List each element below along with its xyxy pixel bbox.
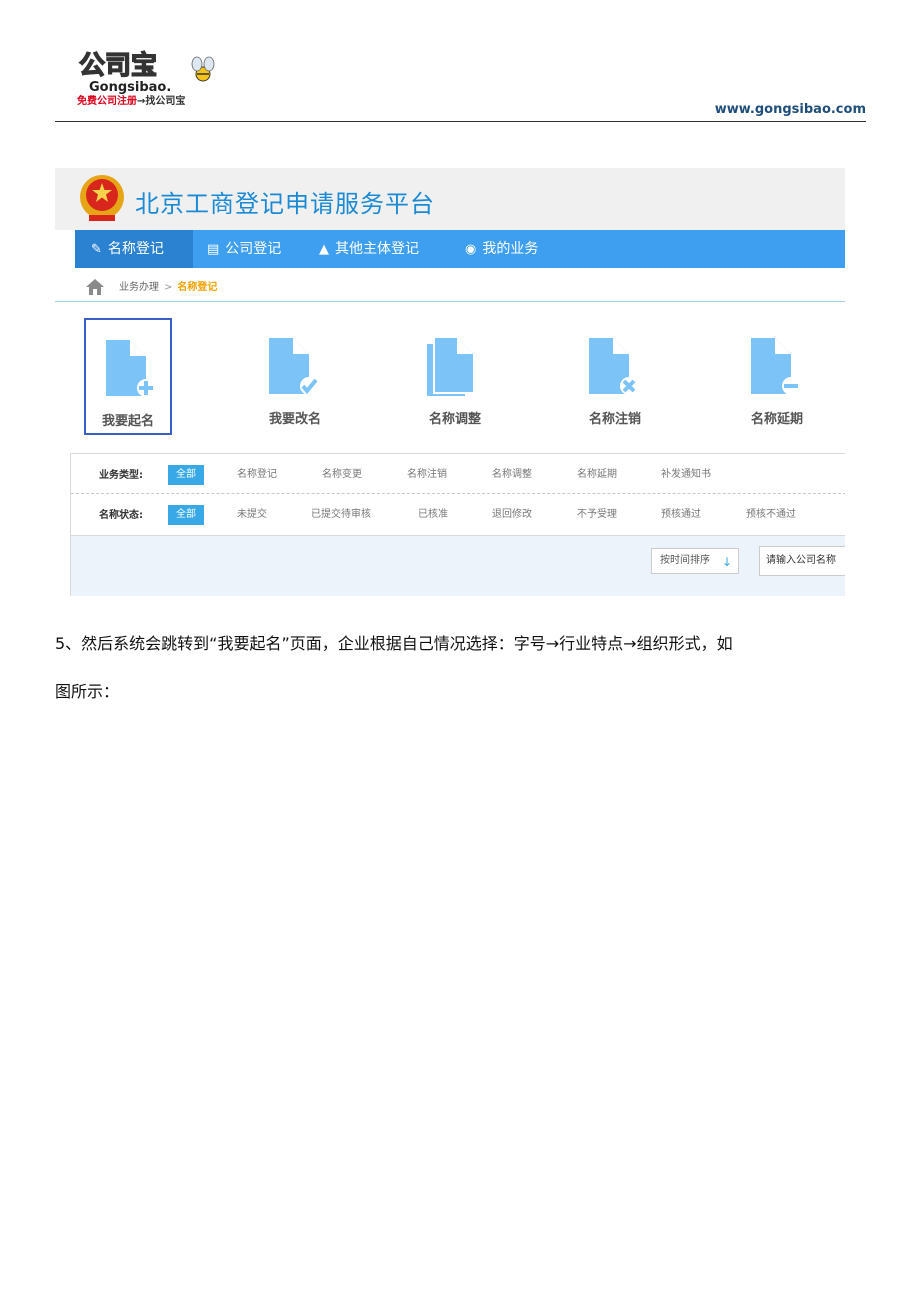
nav-label: 其他主体登记 <box>335 241 419 257</box>
breadcrumb-current: 名称登记 <box>177 282 218 293</box>
national-emblem-icon <box>80 175 124 221</box>
filter-option[interactable]: 已核准 <box>418 505 448 525</box>
building-icon: ▲ <box>319 242 329 257</box>
tagline-red: 免费公司注册 <box>77 96 137 107</box>
nav-company-registration[interactable]: ▤ 公司登记 <box>197 230 291 268</box>
file-check-icon <box>269 338 318 395</box>
document-icon: ▤ <box>207 242 220 257</box>
filter-row-name-status: 名称状态: 全部 未提交 已提交待审核 已核准 退回修改 不予受理 预核通过 预… <box>71 494 845 536</box>
file-plus-icon <box>106 340 155 397</box>
main-nav: ✎ 名称登记 ▤ 公司登记 ▲ 其他主体登记 ◉ 我的业务 <box>75 230 845 268</box>
filter-option[interactable]: 已提交待审核 <box>311 505 371 525</box>
nav-my-business[interactable]: ◉ 我的业务 <box>455 230 548 268</box>
filter-option[interactable]: 预核通过 <box>661 505 701 525</box>
action-change-name[interactable]: 我要改名 <box>245 318 345 435</box>
body-paragraph-line: 5、然后系统会跳转到“我要起名”页面，企业根据自己情况选择：字号→行业特点→组织… <box>55 634 733 653</box>
sort-by-time-button[interactable]: 按时间排序 ↓ <box>651 548 739 574</box>
sort-bar: 按时间排序 ↓ 请输入公司名称 <box>71 536 845 596</box>
filter-label: 业务类型: <box>99 470 143 481</box>
logo-tagline: 免费公司注册→找公司宝 <box>77 92 185 107</box>
edit-icon: ✎ <box>91 242 102 257</box>
filter-option[interactable]: 名称登记 <box>237 465 277 485</box>
home-icon[interactable] <box>85 278 105 296</box>
action-new-name[interactable]: 我要起名 <box>84 318 172 435</box>
nav-label: 名称登记 <box>107 241 164 257</box>
nav-other-registration[interactable]: ▲ 其他主体登记 <box>309 230 429 268</box>
user-circle-icon: ◉ <box>465 242 477 257</box>
filter-option[interactable]: 名称调整 <box>492 465 532 485</box>
action-label: 名称延期 <box>750 412 803 427</box>
sort-label: 按时间排序 <box>660 555 710 566</box>
site-url[interactable]: www.gongsibao.com <box>715 102 866 117</box>
nav-label: 公司登记 <box>225 241 282 257</box>
platform-banner: 北京工商登记申请服务平台 <box>55 168 845 230</box>
action-row: 我要起名 我要改名 名称调整 名称注销 名称延期 <box>55 318 845 438</box>
action-adjust-name[interactable]: 名称调整 <box>405 318 505 435</box>
filter-option[interactable]: 未提交 <box>237 505 267 525</box>
company-search-input[interactable]: 请输入公司名称 <box>759 546 845 576</box>
nav-name-registration[interactable]: ✎ 名称登记 <box>75 230 193 268</box>
tagline-rest: →找公司宝 <box>137 96 186 107</box>
filter-option[interactable]: 全部 <box>168 505 204 525</box>
body-paragraph-line: 图所示： <box>55 682 120 701</box>
breadcrumb-separator: > <box>164 282 173 293</box>
filter-option[interactable]: 名称变更 <box>322 465 362 485</box>
filter-row-business-type: 业务类型: 全部 名称登记 名称变更 名称注销 名称调整 名称延期 补发通知书 <box>71 454 845 494</box>
filter-option[interactable]: 不予受理 <box>577 505 617 525</box>
filter-panel: 业务类型: 全部 名称登记 名称变更 名称注销 名称调整 名称延期 补发通知书 … <box>70 453 845 596</box>
action-label: 名称注销 <box>588 412 641 427</box>
filter-option[interactable]: 全部 <box>168 465 204 485</box>
action-label: 我要改名 <box>268 412 321 427</box>
filter-option[interactable]: 名称注销 <box>407 465 447 485</box>
action-label: 我要起名 <box>101 414 154 429</box>
action-extend-name[interactable]: 名称延期 <box>727 318 827 435</box>
nav-label: 我的业务 <box>482 241 539 257</box>
file-stack-icon <box>427 338 473 396</box>
filter-option[interactable]: 预核不通过 <box>746 505 796 525</box>
filter-option[interactable]: 名称延期 <box>577 465 617 485</box>
filter-option[interactable]: 补发通知书 <box>661 465 711 485</box>
filter-option[interactable]: 退回修改 <box>492 505 532 525</box>
document-header: 公司宝 Gongsibao. 免费公司注册→找公司宝 www.gongsibao… <box>55 38 866 122</box>
screenshot-panel: 北京工商登记申请服务平台 ✎ 名称登记 ▤ 公司登记 ▲ 其他主体登记 ◉ 我的业务 业… <box>55 168 845 596</box>
svg-text:公司宝: 公司宝 <box>79 50 157 81</box>
action-label: 名称调整 <box>428 412 481 427</box>
platform-title: 北京工商登记申请服务平台 <box>135 190 435 218</box>
action-cancel-name[interactable]: 名称注销 <box>565 318 665 435</box>
filter-label: 名称状态: <box>99 510 143 521</box>
breadcrumb-parent[interactable]: 业务办理 <box>119 282 159 293</box>
breadcrumb-divider <box>55 301 845 302</box>
file-x-icon <box>589 338 638 395</box>
arrow-down-icon: ↓ <box>721 555 732 569</box>
breadcrumb: 业务办理 > 名称登记 <box>85 278 217 300</box>
file-minus-icon <box>751 338 800 395</box>
